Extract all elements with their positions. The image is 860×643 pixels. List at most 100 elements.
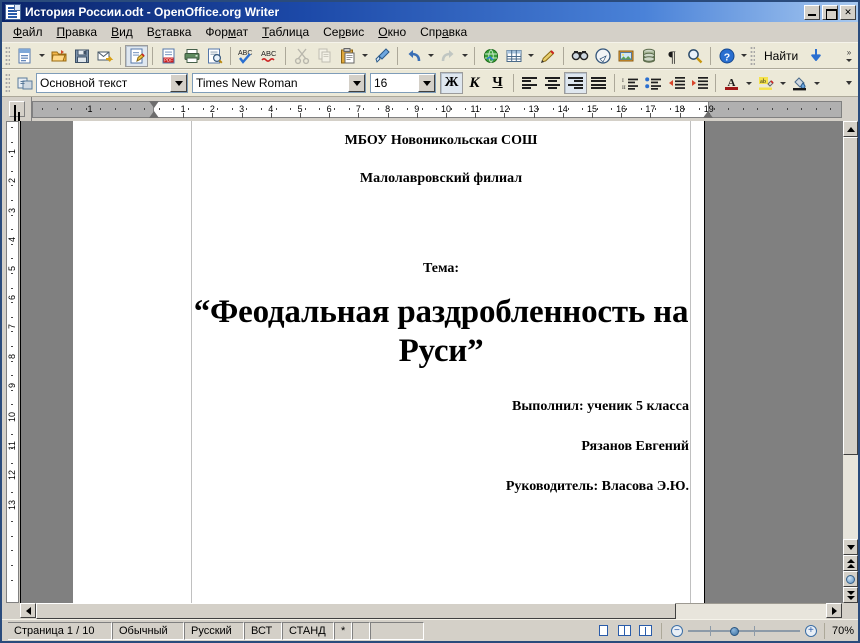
numbered-list-icon[interactable]: I II [619,72,642,94]
print-preview-icon[interactable] [203,45,226,67]
autospellcheck-icon[interactable]: ABC [258,45,281,67]
hscroll-track[interactable] [676,603,826,619]
formatting-marks-icon[interactable]: ¶ [660,45,683,67]
next-page-button[interactable] [843,587,858,603]
status-language[interactable]: Русский [184,621,244,640]
document-canvas[interactable]: МБОУ Новоникольская СОШ Малолавровский ф… [20,121,842,603]
zoom-slider[interactable] [687,625,800,637]
export-pdf-icon[interactable]: PDF [157,45,180,67]
clone-formatting-icon[interactable] [370,45,393,67]
formatting-toolbar-overflow[interactable] [842,72,856,94]
vertical-ruler[interactable]: 1 2 3 4 5 6 7 8 9 10 11 12 13 [2,121,20,603]
menu-tools[interactable]: Сервис [316,23,371,41]
menu-edit[interactable]: Правка [50,23,105,41]
menu-insert[interactable]: Вставка [140,23,199,41]
scroll-up-button[interactable] [843,121,858,137]
status-selection-mode[interactable]: СТАНД [282,621,334,640]
previous-page-button[interactable] [843,555,858,571]
font-name-combo[interactable]: Times New Roman [192,73,366,93]
save-icon[interactable] [70,45,93,67]
paragraph-style-dropdown-button[interactable] [170,74,187,92]
new-document-icon[interactable] [13,45,36,67]
underline-button[interactable]: Ч [486,72,509,94]
menu-format[interactable]: Формат [198,23,255,41]
first-line-indent-marker[interactable] [149,101,159,108]
menu-view[interactable]: Вид [104,23,140,41]
menu-file[interactable]: Файл [6,23,50,41]
status-digital-signature[interactable] [352,621,371,640]
status-page-style[interactable]: Обычный [112,621,184,640]
decrease-indent-icon[interactable] [665,72,688,94]
align-left-icon[interactable] [518,72,541,94]
paste-icon[interactable] [336,45,359,67]
tab-stop-selector[interactable] [2,97,32,121]
data-sources-icon[interactable] [637,45,660,67]
status-modified-indicator[interactable]: * [334,621,353,640]
find-toolbar-grip[interactable] [750,45,755,66]
highlighting-dropdown[interactable] [777,72,788,94]
table-dropdown[interactable] [525,45,536,67]
background-color-dropdown[interactable] [811,72,822,94]
draw-functions-icon[interactable] [536,45,559,67]
maximize-button[interactable] [822,4,838,20]
scroll-right-button[interactable] [826,603,842,618]
spellcheck-icon[interactable]: ABC [235,45,258,67]
find-down-icon[interactable] [804,45,827,67]
print-icon[interactable] [180,45,203,67]
zoom-control[interactable]: − + [667,624,821,637]
undo-icon[interactable] [402,45,425,67]
toolbar-grip[interactable] [5,45,10,66]
hyperlink-icon[interactable] [479,45,502,67]
zoom-icon[interactable] [683,45,706,67]
book-view-icon[interactable] [637,623,654,638]
toolbar-options-dropdown[interactable] [738,45,749,67]
copy-icon[interactable] [313,45,336,67]
menu-help[interactable]: Справка [413,23,474,41]
multi-page-view-icon[interactable] [616,623,633,638]
navigator-icon[interactable] [591,45,614,67]
font-color-icon[interactable]: A [720,72,743,94]
scroll-left-button[interactable] [20,603,36,618]
font-color-dropdown[interactable] [743,72,754,94]
table-icon[interactable] [502,45,525,67]
right-indent-marker[interactable] [703,111,713,118]
paste-dropdown[interactable] [359,45,370,67]
zoom-slider-thumb[interactable] [729,626,739,636]
italic-button[interactable]: К [463,72,486,94]
align-right-icon[interactable] [564,72,587,94]
horizontal-ruler[interactable]: 1 1 2 3 4 5 6 7 8 9 10 11 12 13 14 15 16 17 18 19 [32,97,842,121]
horizontal-scrollbar[interactable] [20,603,842,619]
gallery-icon[interactable] [614,45,637,67]
redo-icon[interactable] [436,45,459,67]
hscroll-thumb[interactable] [36,603,676,619]
status-page[interactable]: Страница 1 / 10 [8,621,112,640]
find-replace-icon[interactable] [568,45,591,67]
open-document-icon[interactable] [47,45,70,67]
menu-table[interactable]: Таблица [255,23,316,41]
vertical-scrollbar[interactable] [842,121,858,603]
zoom-value[interactable]: 70% [828,625,858,637]
single-page-view-icon[interactable] [595,623,612,638]
font-size-combo[interactable]: 16 [370,73,436,93]
help-icon[interactable]: ? [715,45,738,67]
status-insert-mode[interactable]: ВСТ [244,621,282,640]
redo-dropdown[interactable] [459,45,470,67]
zoom-out-button[interactable]: − [670,624,683,637]
background-color-icon[interactable] [788,72,811,94]
highlighting-icon[interactable]: ab [754,72,777,94]
bulleted-list-icon[interactable] [642,72,665,94]
align-center-icon[interactable] [541,72,564,94]
scroll-thumb[interactable] [843,137,858,455]
align-justify-icon[interactable] [587,72,610,94]
scroll-track[interactable] [843,455,858,539]
bold-button[interactable]: Ж [440,72,463,94]
undo-dropdown[interactable] [425,45,436,67]
font-size-dropdown-button[interactable] [418,74,435,92]
cut-icon[interactable] [290,45,313,67]
left-indent-marker[interactable] [149,111,159,118]
status-section-info[interactable] [370,621,425,640]
edit-file-icon[interactable] [125,44,148,67]
increase-indent-icon[interactable] [688,72,711,94]
toolbar-overflow-button[interactable]: » [842,45,856,67]
zoom-in-button[interactable]: + [804,624,817,637]
